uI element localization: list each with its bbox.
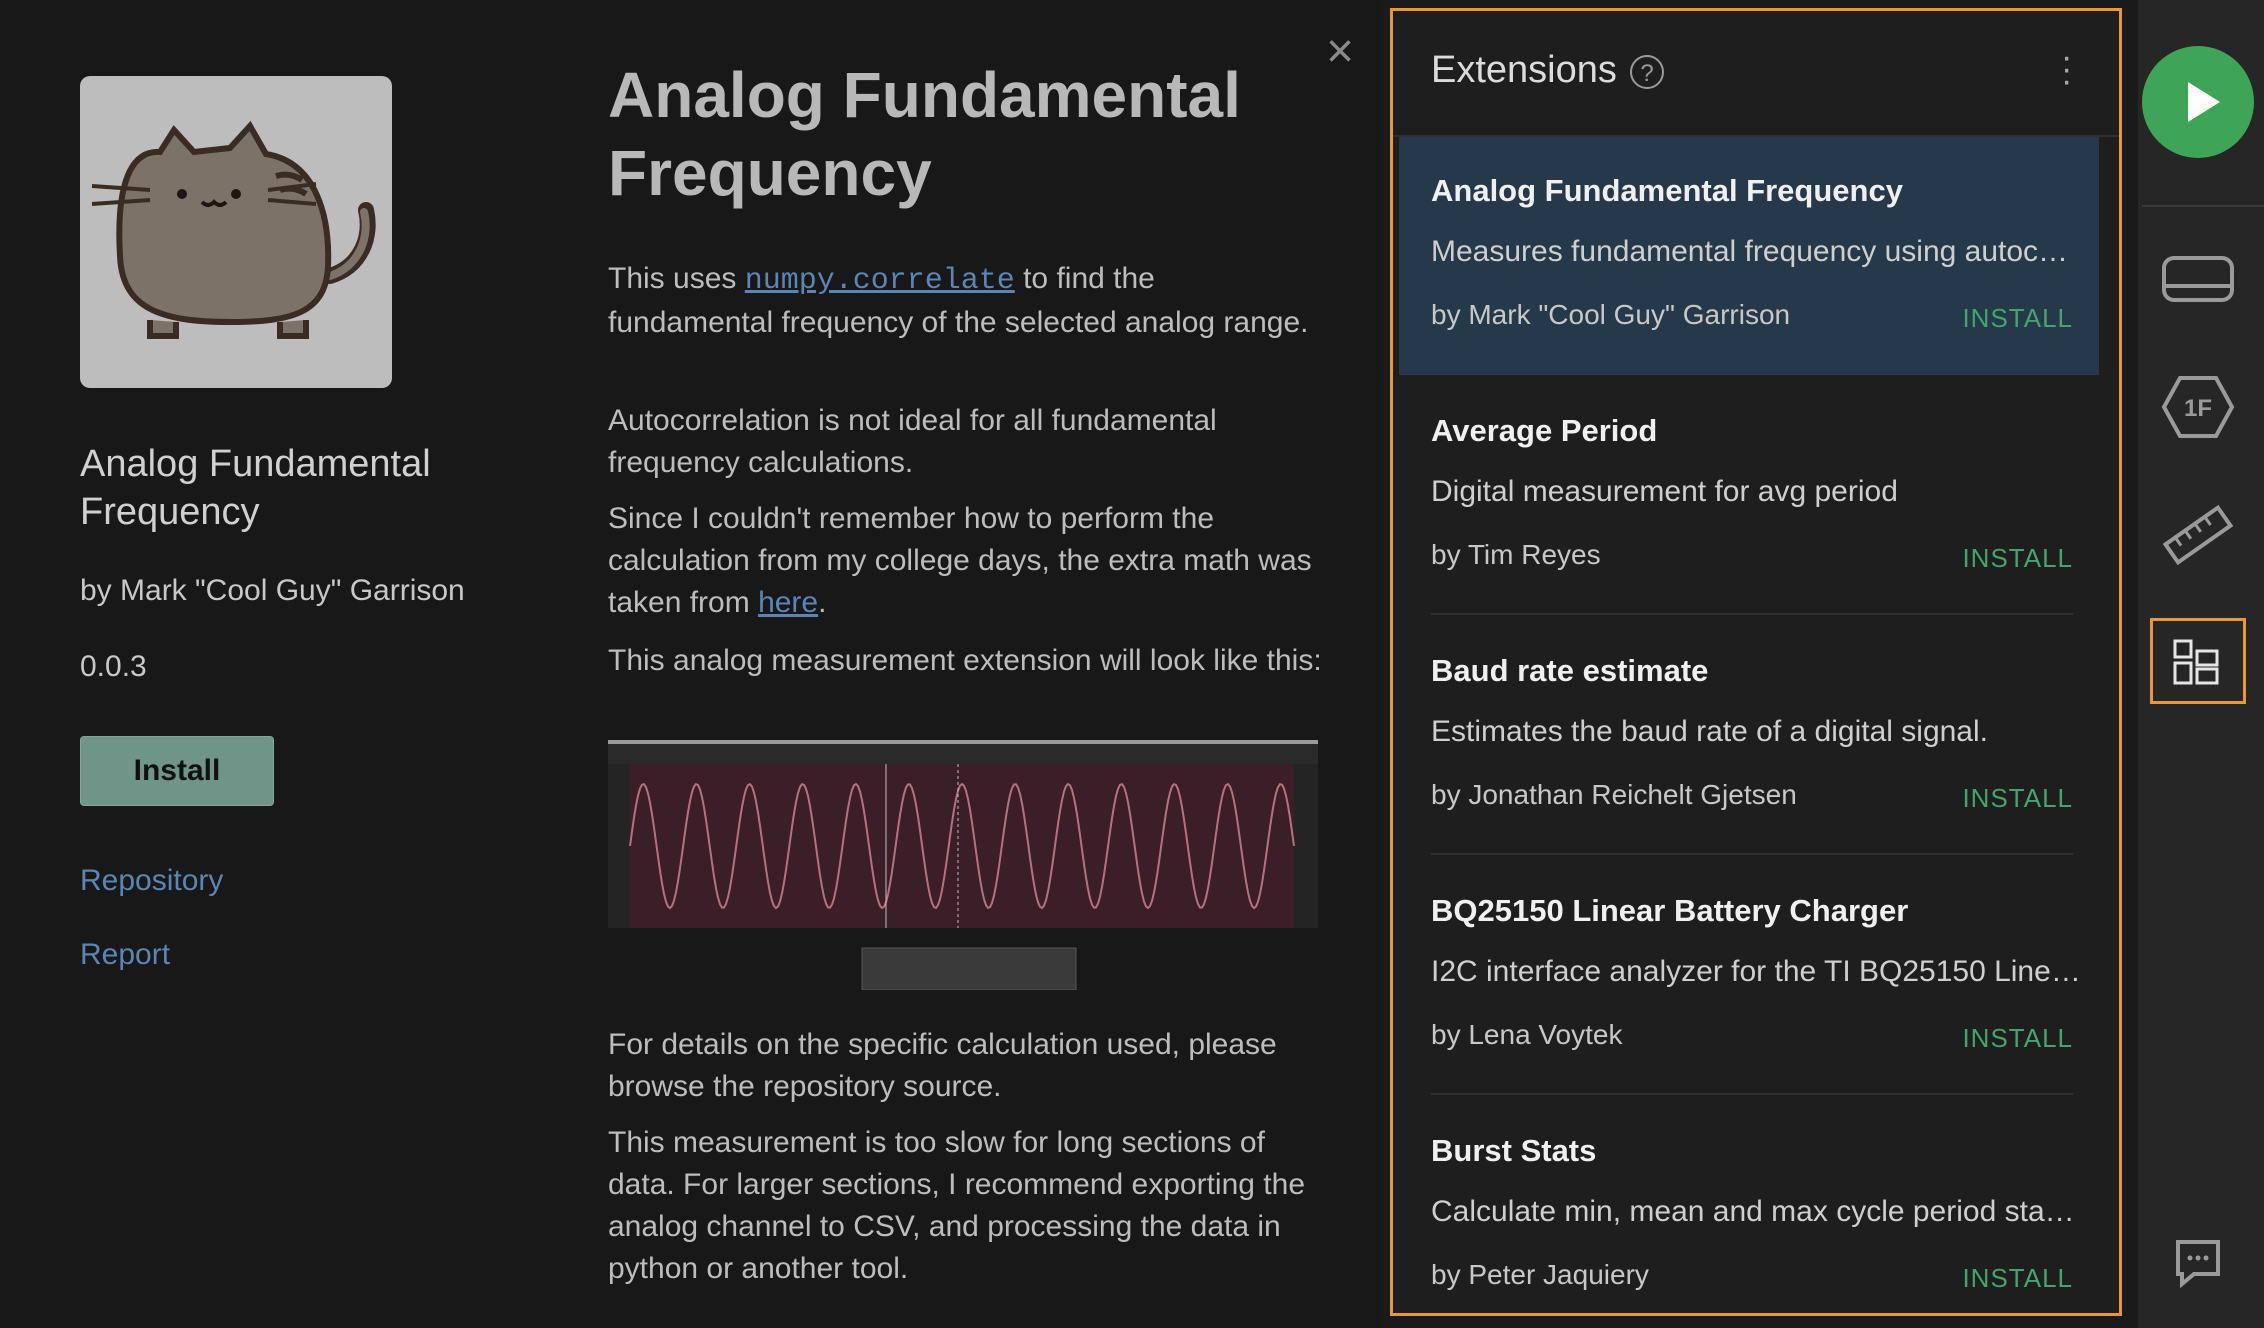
extension-item-install-button[interactable]: INSTALL [1962, 1263, 2073, 1294]
description-paragraph-6: This measurement is too slow for long se… [608, 1126, 1306, 1285]
extension-item-author: by Peter Jaquiery [1431, 1259, 1649, 1290]
play-icon[interactable] [2142, 46, 2254, 158]
rail-divider [2142, 205, 2264, 207]
example-screenshot [608, 740, 1318, 991]
extension-item-install-button[interactable]: INSTALL [1962, 783, 2073, 814]
extensions-icon[interactable] [2150, 618, 2246, 704]
extension-version: 0.0.3 [80, 650, 147, 683]
page-title: Analog Fundamental Frequency [608, 59, 1241, 209]
extension-item-description: Estimates the baud rate of a digital sig… [1431, 715, 1988, 748]
extension-list-item[interactable]: Analog Fundamental Frequency Measures fun… [1399, 137, 2099, 375]
extension-detail-overlay: × Analog Fundamental Frequency by Mark "… [0, 0, 1380, 1328]
description-text: This uses [608, 262, 745, 295]
extensions-panel-title: Extensions [1431, 49, 1617, 91]
extension-item-name: Baud rate estimate [1431, 653, 1709, 688]
repository-link[interactable]: Repository [80, 864, 223, 898]
cat-logo-icon [80, 76, 392, 388]
description-text: . [818, 586, 827, 619]
extension-list-item[interactable]: Baud rate estimate Estimates the baud rat… [1399, 617, 2099, 855]
description-paragraph-4: This analog measurement extension will l… [608, 644, 1322, 677]
chat-icon[interactable] [2150, 1218, 2246, 1304]
extension-item-install-button[interactable]: INSTALL [1962, 543, 2073, 574]
description-text: Since I couldn't remember how to perform… [608, 502, 1312, 619]
extension-item-name: Analog Fundamental Frequency [1431, 173, 1903, 208]
report-link[interactable]: Report [80, 938, 170, 972]
extension-author: by Mark "Cool Guy" Garrison [80, 574, 465, 607]
numpy-correlate-link[interactable]: numpy.correlate [745, 264, 1015, 298]
close-icon[interactable]: × [1318, 28, 1362, 76]
ruler-icon[interactable] [2150, 492, 2246, 578]
extension-item-name: Average Period [1431, 413, 1658, 448]
extension-list-item[interactable]: Burst Stats Calculate min, mean and max c… [1399, 1097, 2099, 1313]
extension-list-item[interactable]: BQ25150 Linear Battery Charger I2C interf… [1399, 857, 2099, 1095]
list-divider [1431, 853, 2073, 855]
here-link[interactable]: here [758, 586, 818, 619]
description-paragraph-2: Autocorrelation is not ideal for all fun… [608, 404, 1217, 479]
svg-text:1F: 1F [2184, 395, 2212, 422]
extensions-panel-header: Extensions ? · · · [1393, 11, 2119, 137]
extensions-panel: Extensions ? · · · Analog Fundamental Freq… [1390, 8, 2122, 1316]
extension-item-description: I2C interface analyzer for the TI BQ2515… [1431, 955, 2081, 988]
more-vertical-icon[interactable]: · · · [2061, 40, 2072, 98]
extension-item-name: Burst Stats [1431, 1133, 1597, 1168]
analyzers-1f-icon[interactable]: 1F [2150, 364, 2246, 450]
extension-list-item[interactable]: Average Period Digital measurement for av… [1399, 377, 2099, 615]
description-paragraph-1: This uses numpy.correlate to find the fu… [608, 258, 1328, 344]
extension-item-description: Calculate min, mean and max cycle period… [1431, 1195, 2081, 1228]
list-divider [1431, 1093, 2073, 1095]
install-button[interactable]: Install [80, 736, 274, 806]
extension-item-author: by Lena Voytek [1431, 1019, 1623, 1050]
extension-name: Analog Fundamental Frequency [80, 443, 431, 533]
extension-item-author: by Mark "Cool Guy" Garrison [1431, 299, 1791, 330]
extension-item-author: by Tim Reyes [1431, 539, 1601, 570]
list-divider [1431, 613, 2073, 615]
extension-item-install-button[interactable]: INSTALL [1962, 1023, 2073, 1054]
extension-item-author: by Jonathan Reichelt Gjetsen [1431, 779, 1797, 810]
extension-item-install-button[interactable]: INSTALL [1962, 303, 2073, 334]
device-icon[interactable] [2150, 236, 2246, 322]
description-paragraph-3: Since I couldn't remember how to perform… [608, 498, 1328, 624]
extension-item-description: Digital measurement for avg period [1431, 475, 1898, 508]
extension-item-description: Measures fundamental frequency using aut… [1431, 235, 2081, 268]
description-paragraph-5: For details on the specific calculation … [608, 1028, 1277, 1103]
help-icon[interactable]: ? [1630, 55, 1664, 89]
extension-item-name: BQ25150 Linear Battery Charger [1431, 893, 1909, 928]
